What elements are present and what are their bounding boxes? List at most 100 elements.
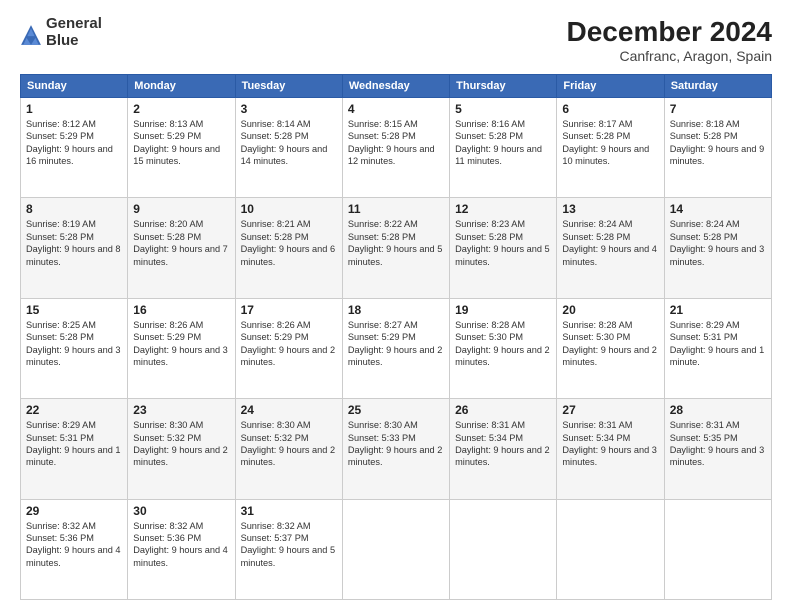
day-info-line: Sunrise: 8:24 AM: [562, 219, 632, 229]
day-info-line: Sunset: 5:29 PM: [26, 131, 94, 141]
day-number: 15: [26, 303, 122, 317]
day-number: 16: [133, 303, 229, 317]
day-number: 28: [670, 403, 766, 417]
day-number: 22: [26, 403, 122, 417]
day-info-line: Daylight: 9 hours and 14 minutes.: [241, 144, 328, 166]
day-info-line: Sunrise: 8:14 AM: [241, 119, 311, 129]
title-block: December 2024 Canfranc, Aragon, Spain: [567, 16, 772, 64]
day-info: Sunrise: 8:15 AMSunset: 5:28 PMDaylight:…: [348, 118, 444, 168]
header-cell-saturday: Saturday: [664, 75, 771, 98]
day-info-line: Sunrise: 8:16 AM: [455, 119, 525, 129]
day-info-line: Sunset: 5:29 PM: [133, 332, 201, 342]
day-info: Sunrise: 8:23 AMSunset: 5:28 PMDaylight:…: [455, 218, 551, 268]
day-info-line: Sunset: 5:30 PM: [562, 332, 630, 342]
day-cell: 9Sunrise: 8:20 AMSunset: 5:28 PMDaylight…: [128, 198, 235, 298]
day-info-line: Daylight: 9 hours and 2 minutes.: [133, 445, 228, 467]
day-info: Sunrise: 8:22 AMSunset: 5:28 PMDaylight:…: [348, 218, 444, 268]
day-cell: 18Sunrise: 8:27 AMSunset: 5:29 PMDayligh…: [342, 298, 449, 398]
header-cell-friday: Friday: [557, 75, 664, 98]
day-info-line: Sunset: 5:28 PM: [455, 131, 523, 141]
day-info: Sunrise: 8:26 AMSunset: 5:29 PMDaylight:…: [133, 319, 229, 369]
day-info-line: Sunrise: 8:15 AM: [348, 119, 418, 129]
day-info-line: Sunrise: 8:32 AM: [241, 521, 311, 531]
day-number: 31: [241, 504, 337, 518]
day-number: 29: [26, 504, 122, 518]
day-info-line: Sunset: 5:37 PM: [241, 533, 309, 543]
day-cell: 6Sunrise: 8:17 AMSunset: 5:28 PMDaylight…: [557, 98, 664, 198]
day-number: 21: [670, 303, 766, 317]
calendar-subtitle: Canfranc, Aragon, Spain: [567, 48, 772, 64]
day-number: 10: [241, 202, 337, 216]
day-info-line: Sunrise: 8:30 AM: [348, 420, 418, 430]
day-cell: 4 Sunrise: 8:15 AMSunset: 5:28 PMDaylight…: [342, 98, 449, 198]
day-cell: 16Sunrise: 8:26 AMSunset: 5:29 PMDayligh…: [128, 298, 235, 398]
day-info-line: Daylight: 9 hours and 2 minutes.: [348, 345, 443, 367]
week-row: 8Sunrise: 8:19 AMSunset: 5:28 PMDaylight…: [21, 198, 772, 298]
day-cell: 22Sunrise: 8:29 AMSunset: 5:31 PMDayligh…: [21, 399, 128, 499]
day-info: Sunrise: 8:24 AMSunset: 5:28 PMDaylight:…: [562, 218, 658, 268]
day-info-line: Sunset: 5:32 PM: [133, 433, 201, 443]
day-number: 25: [348, 403, 444, 417]
day-info-line: Sunrise: 8:26 AM: [241, 320, 311, 330]
day-info: Sunrise: 8:32 AM Sunset: 5:37 PM Daylight:…: [241, 520, 337, 570]
day-info: Sunrise: 8:12 AMSunset: 5:29 PMDaylight:…: [26, 118, 122, 168]
day-info-line: Sunrise: 8:24 AM: [670, 219, 740, 229]
day-info-line: Daylight: 9 hours and 4 minutes.: [26, 545, 121, 567]
day-info-line: Daylight: 9 hours and 3 minutes.: [670, 445, 765, 467]
day-info: Sunrise: 8:28 AMSunset: 5:30 PMDaylight:…: [455, 319, 551, 369]
day-info-line: Sunset: 5:28 PM: [562, 232, 630, 242]
day-info: Sunrise: 8:14 AMSunset: 5:28 PMDaylight:…: [241, 118, 337, 168]
day-info-line: Daylight: 9 hours and 9 minutes.: [670, 144, 765, 166]
day-info-line: Sunrise: 8:26 AM: [133, 320, 203, 330]
day-number: 24: [241, 403, 337, 417]
day-info-line: Sunset: 5:28 PM: [348, 232, 416, 242]
day-cell: 31 Sunrise: 8:32 AM Sunset: 5:37 PM Dayligh…: [235, 499, 342, 599]
day-number: 4: [348, 102, 444, 116]
day-info-line: Daylight: 9 hours and 6 minutes.: [241, 244, 336, 266]
day-cell: 1Sunrise: 8:12 AMSunset: 5:29 PMDaylight…: [21, 98, 128, 198]
day-info-line: Daylight: 9 hours and 15 minutes.: [133, 144, 220, 166]
day-info-line: Sunset: 5:28 PM: [26, 232, 94, 242]
day-info: Sunrise: 8:29 AMSunset: 5:31 PMDaylight:…: [670, 319, 766, 369]
day-number: 11: [348, 202, 444, 216]
day-info-line: Daylight: 9 hours and 5 minutes.: [455, 244, 550, 266]
day-info: Sunrise: 8:26 AMSunset: 5:29 PMDaylight:…: [241, 319, 337, 369]
day-info-line: Daylight: 9 hours and 2 minutes.: [348, 445, 443, 467]
day-number: 14: [670, 202, 766, 216]
day-info-line: Sunrise: 8:23 AM: [455, 219, 525, 229]
day-number: 8: [26, 202, 122, 216]
day-number: 17: [241, 303, 337, 317]
day-info-line: Daylight: 9 hours and 5 minutes.: [241, 545, 336, 567]
day-info-line: Sunrise: 8:18 AM: [670, 119, 740, 129]
day-info: Sunrise: 8:13 AMSunset: 5:29 PMDaylight:…: [133, 118, 229, 168]
day-info-line: Sunrise: 8:12 AM: [26, 119, 96, 129]
day-info-line: Sunrise: 8:28 AM: [562, 320, 632, 330]
day-cell: [664, 499, 771, 599]
header-cell-wednesday: Wednesday: [342, 75, 449, 98]
day-cell: 23Sunrise: 8:30 AMSunset: 5:32 PMDayligh…: [128, 399, 235, 499]
day-number: 6: [562, 102, 658, 116]
week-row: 22Sunrise: 8:29 AMSunset: 5:31 PMDayligh…: [21, 399, 772, 499]
day-cell: 8Sunrise: 8:19 AMSunset: 5:28 PMDaylight…: [21, 198, 128, 298]
day-number: 19: [455, 303, 551, 317]
day-info-line: Sunset: 5:30 PM: [455, 332, 523, 342]
day-info-line: Daylight: 9 hours and 10 minutes.: [562, 144, 649, 166]
logo-text: General Blue: [46, 16, 102, 49]
day-info-line: Sunrise: 8:21 AM: [241, 219, 311, 229]
logo: General Blue: [20, 16, 102, 49]
header-cell-thursday: Thursday: [450, 75, 557, 98]
day-info-line: Sunrise: 8:31 AM: [562, 420, 632, 430]
day-cell: 2Sunrise: 8:13 AMSunset: 5:29 PMDaylight…: [128, 98, 235, 198]
day-cell: 29Sunrise: 8:32 AMSunset: 5:36 PMDayligh…: [21, 499, 128, 599]
day-cell: 19 Sunrise: 8:28 AMSunset: 5:30 PMDayligh…: [450, 298, 557, 398]
header-cell-sunday: Sunday: [21, 75, 128, 98]
day-cell: 26Sunrise: 8:31 AMSunset: 5:34 PMDayligh…: [450, 399, 557, 499]
day-number: 12: [455, 202, 551, 216]
week-row: 1Sunrise: 8:12 AMSunset: 5:29 PMDaylight…: [21, 98, 772, 198]
day-info: Sunrise: 8:20 AMSunset: 5:28 PMDaylight:…: [133, 218, 229, 268]
day-info-line: Daylight: 9 hours and 3 minutes.: [670, 244, 765, 266]
day-cell: 20Sunrise: 8:28 AMSunset: 5:30 PMDayligh…: [557, 298, 664, 398]
day-info: Sunrise: 8:24 AMSunset: 5:28 PMDaylight:…: [670, 218, 766, 268]
day-cell: 24Sunrise: 8:30 AMSunset: 5:32 PMDayligh…: [235, 399, 342, 499]
day-cell: [450, 499, 557, 599]
